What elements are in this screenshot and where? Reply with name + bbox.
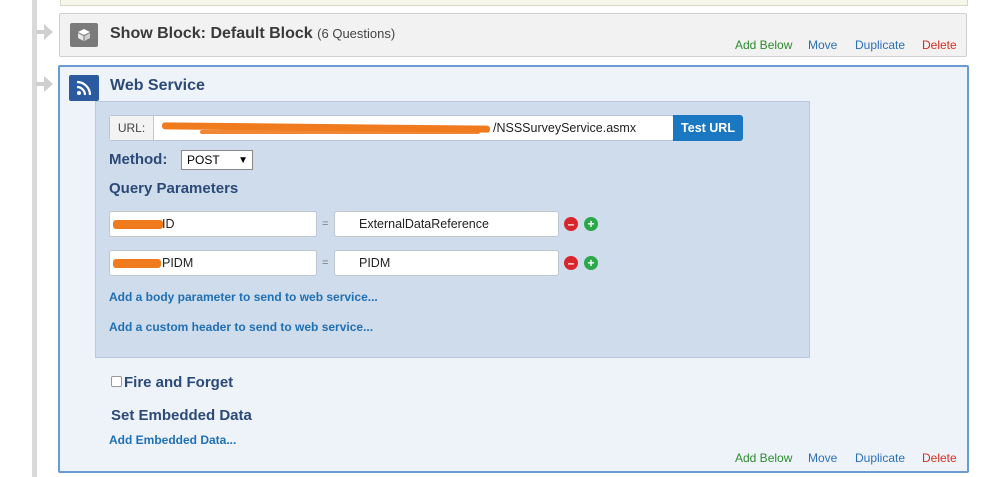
method-label: Method:	[109, 151, 168, 168]
equals-sign: =	[322, 257, 329, 269]
move-link[interactable]: Move	[808, 451, 837, 465]
param-value-text: PIDM	[359, 256, 391, 270]
add-below-link[interactable]: Add Below	[735, 451, 792, 465]
query-parameters-heading: Query Parameters	[109, 180, 239, 197]
show-block-title: Show Block: Default Block (6 Questions)	[110, 25, 395, 43]
redaction-mark	[113, 259, 161, 268]
param-value-input[interactable]: ExternalDataReference	[334, 211, 559, 237]
rss-icon	[69, 75, 99, 101]
add-body-parameter-link[interactable]: Add a body parameter to send to web serv…	[109, 290, 378, 304]
flow-arrow-icon	[44, 76, 53, 92]
flow-arrow-icon	[44, 24, 53, 40]
add-param-icon[interactable]: +	[584, 217, 598, 231]
flow-rail	[32, 0, 37, 477]
dropdown-arrow-icon: ▼	[238, 154, 248, 166]
param-value-text: ExternalDataReference	[359, 217, 489, 231]
add-custom-header-link[interactable]: Add a custom header to send to web servi…	[109, 320, 373, 334]
test-url-button[interactable]: Test URL	[673, 115, 743, 141]
move-link[interactable]: Move	[808, 38, 837, 52]
duplicate-link[interactable]: Duplicate	[855, 38, 905, 52]
delete-link[interactable]: Delete	[922, 451, 957, 465]
question-count: (6 Questions)	[317, 26, 396, 41]
add-embedded-data-link[interactable]: Add Embedded Data...	[109, 433, 236, 447]
equals-sign: =	[322, 218, 329, 230]
block-cube-icon	[70, 23, 98, 47]
redaction-mark	[113, 220, 163, 229]
remove-param-icon[interactable]: –	[564, 256, 578, 270]
method-select-value: POST	[187, 153, 220, 167]
fire-and-forget-label[interactable]: Fire and Forget	[124, 374, 233, 391]
param-key-value: ID	[162, 217, 175, 231]
set-embedded-data-heading: Set Embedded Data	[111, 407, 252, 424]
show-block-title-text: Show Block: Default Block	[110, 25, 313, 42]
previous-element-edge	[60, 0, 968, 6]
remove-param-icon[interactable]: –	[564, 217, 578, 231]
add-below-link[interactable]: Add Below	[735, 38, 792, 52]
url-label: URL:	[110, 116, 154, 140]
redaction-mark	[200, 130, 480, 134]
param-value-input[interactable]: PIDM	[334, 250, 559, 276]
duplicate-link[interactable]: Duplicate	[855, 451, 905, 465]
method-select[interactable]: POST ▼	[181, 150, 253, 170]
fire-and-forget-checkbox[interactable]	[111, 376, 122, 387]
web-service-title: Web Service	[110, 77, 205, 94]
param-key-value: PIDM	[162, 256, 194, 270]
delete-link[interactable]: Delete	[922, 38, 957, 52]
add-param-icon[interactable]: +	[584, 256, 598, 270]
